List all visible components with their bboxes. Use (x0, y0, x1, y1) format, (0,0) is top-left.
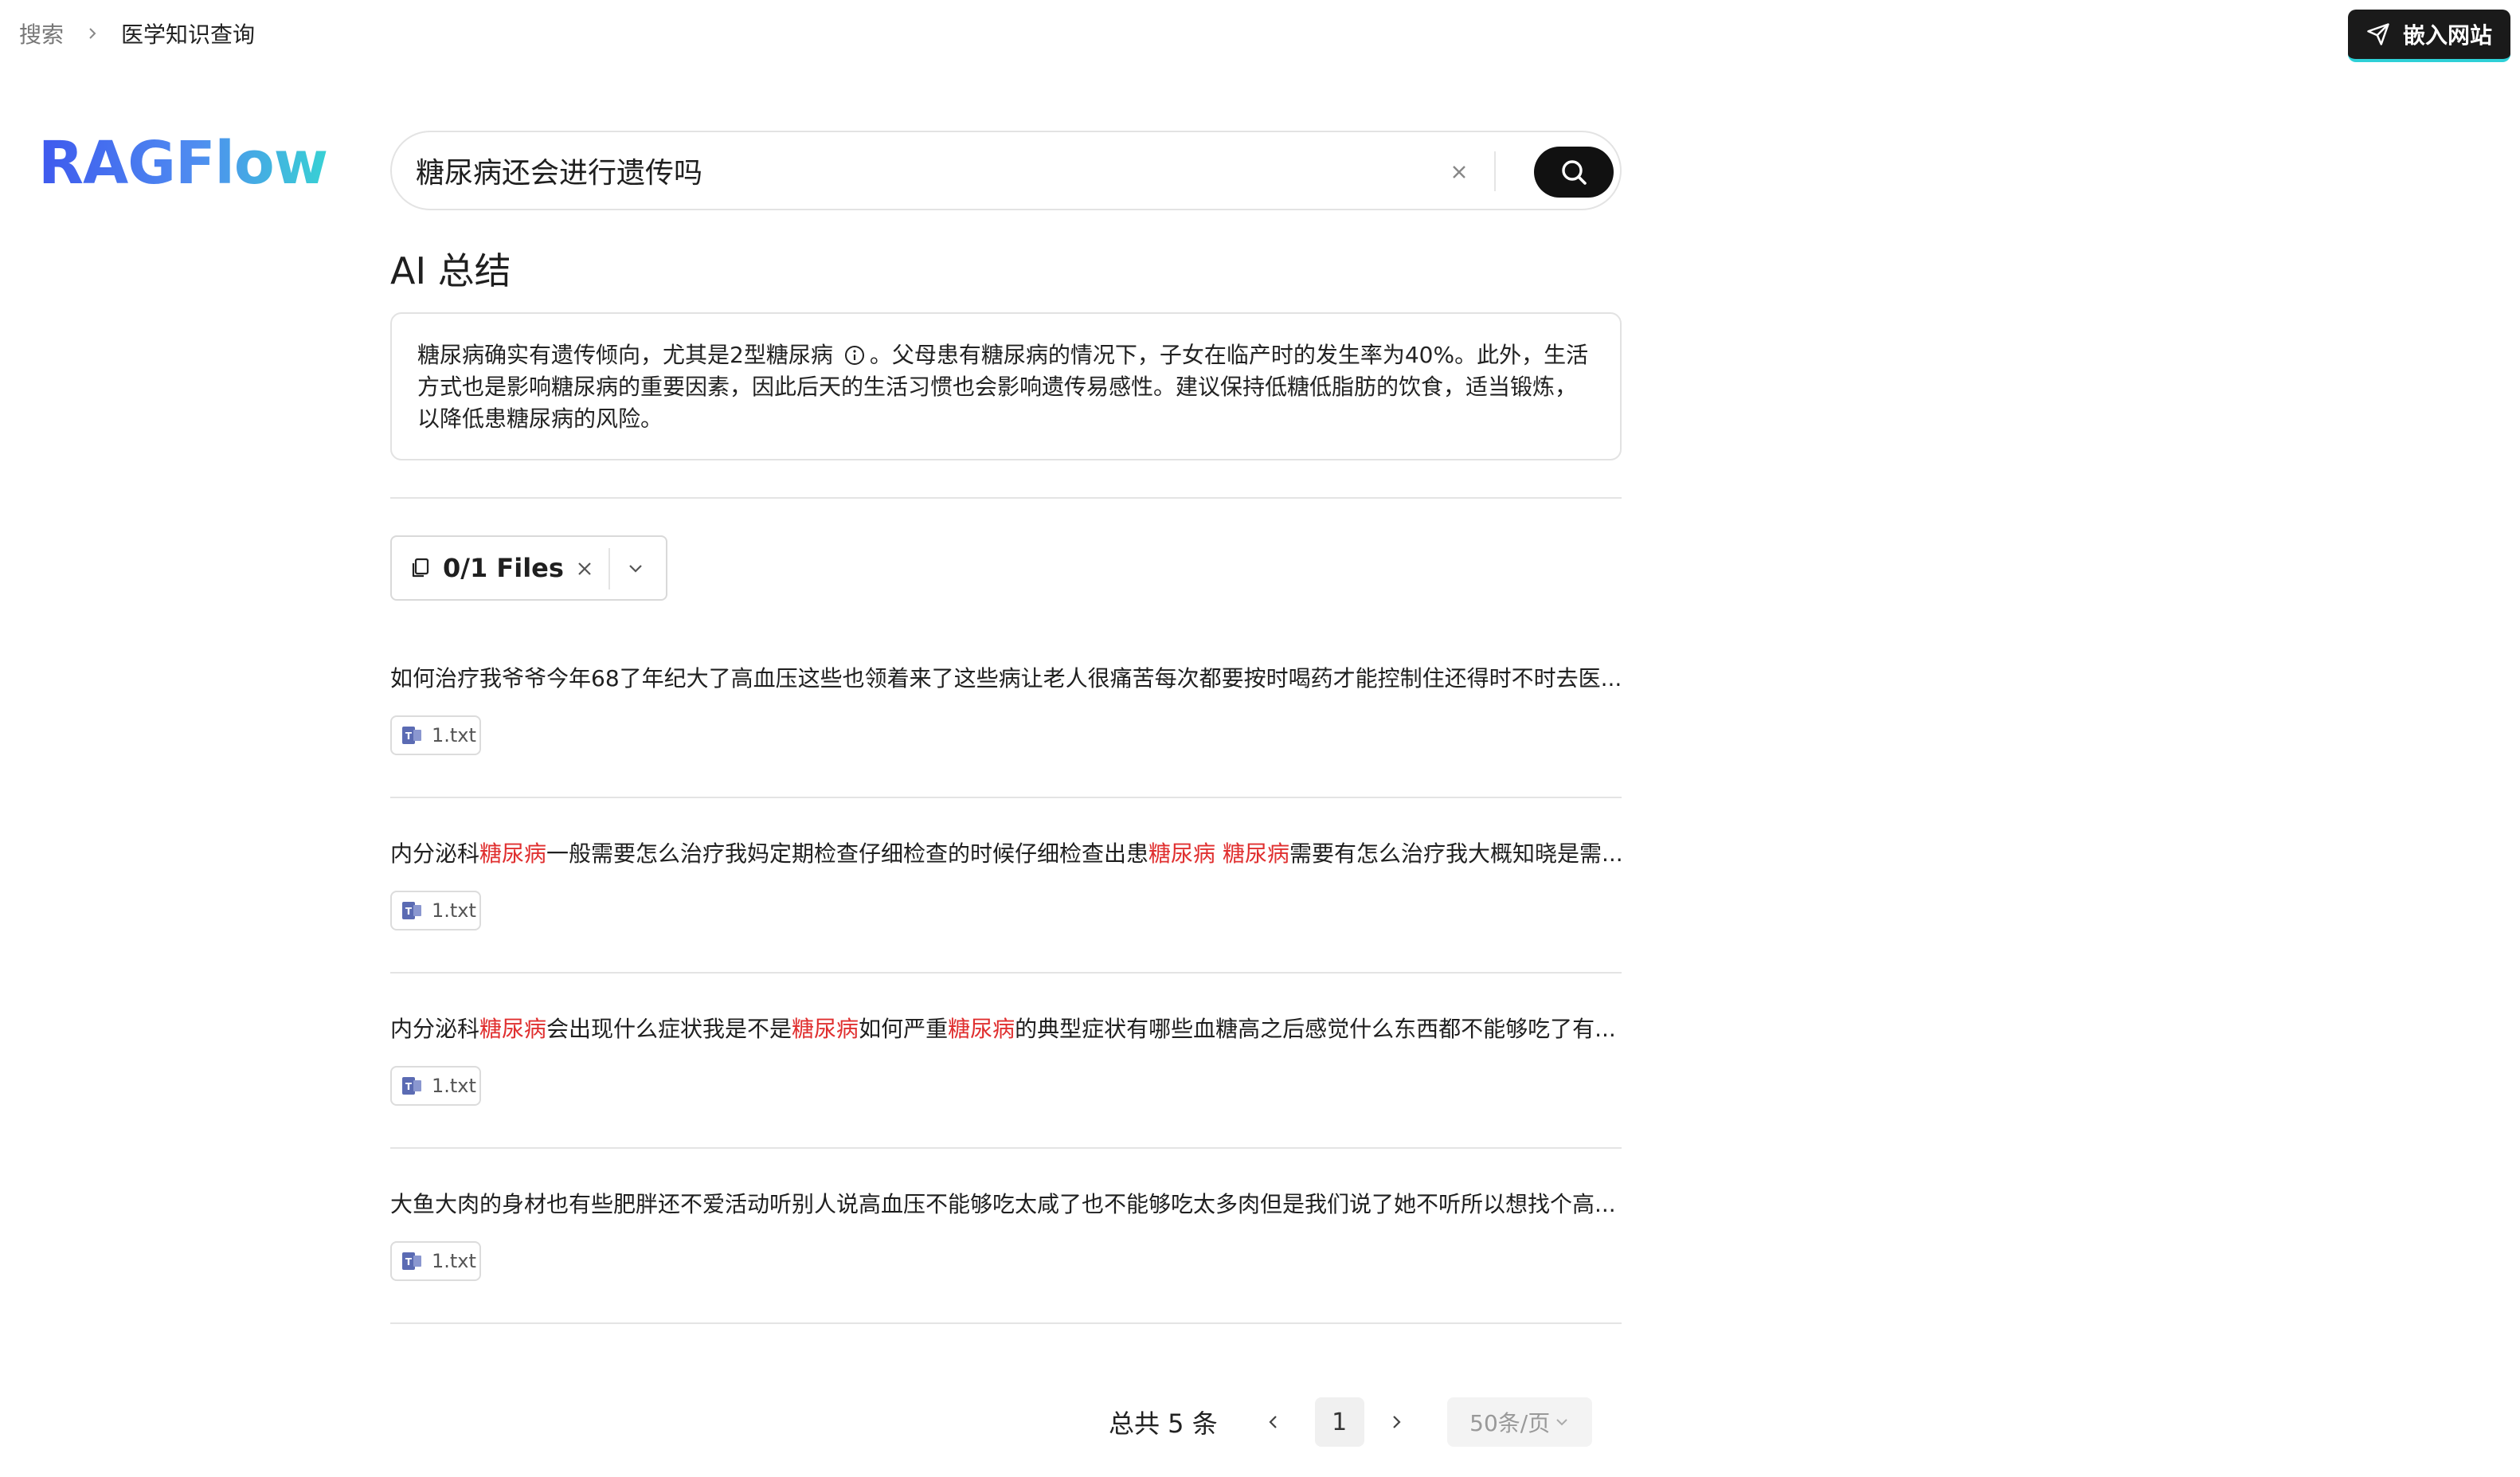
search-divider (1494, 151, 1496, 191)
search-bar (390, 131, 1622, 210)
result-text-segment: 需要有怎么治疗我大概知晓是需... (1289, 840, 1622, 867)
svg-text:T: T (405, 1081, 413, 1092)
pagination: 总共 5 条 1 50条/页 (1109, 1396, 1592, 1448)
embed-website-button[interactable]: 嵌入网站 (2348, 10, 2510, 62)
ai-summary-text: 糖尿病确实有遗传倾向，尤其是2型糖尿病 (417, 342, 833, 368)
highlighted-keyword: 糖尿病 (479, 840, 547, 867)
document-icon: T (400, 1249, 424, 1273)
highlighted-keyword: 糖尿病 (479, 1016, 547, 1042)
result-text-segment: 大鱼大肉的身材也有些肥胖还不爱活动听别人说高血压不能够吃太咸了也不能够吃太多肉但… (390, 1191, 1616, 1217)
breadcrumb-current: 医学知识查询 (121, 22, 256, 48)
send-icon (2366, 22, 2390, 46)
result-divider (390, 1322, 1622, 1324)
close-icon[interactable] (569, 553, 601, 585)
file-name: 1.txt (432, 724, 476, 746)
result-divider (390, 1147, 1622, 1149)
page-size-label: 50条/页 (1469, 1410, 1551, 1436)
document-icon: T (400, 1074, 424, 1098)
chevron-left-icon[interactable] (1258, 1406, 1289, 1438)
result-divider (390, 972, 1622, 974)
file-tag[interactable]: T 1.txt (390, 1241, 481, 1281)
embed-button-label: 嵌入网站 (2402, 22, 2492, 49)
pagination-total: 总共 5 条 (1109, 1408, 1218, 1439)
search-button[interactable] (1534, 147, 1614, 198)
chevron-right-icon[interactable] (1380, 1406, 1412, 1438)
result-text-segment: 如何严重 (859, 1016, 949, 1042)
file-tag[interactable]: T 1.txt (390, 715, 481, 755)
search-page: 搜索 医学知识查询 嵌入网站 RAGFlow AI 总结 糖尿病确实有遗传倾向，… (0, 0, 2520, 1477)
page-number-current[interactable]: 1 (1314, 1397, 1364, 1447)
result-item[interactable]: 内分泌科糖尿病会出现什么症状我是不是糖尿病如何严重糖尿病的典型症状有哪些血糖高之… (390, 1013, 1622, 1149)
result-text: 内分泌科糖尿病会出现什么症状我是不是糖尿病如何严重糖尿病的典型症状有哪些血糖高之… (390, 1013, 1622, 1045)
ai-summary-title: AI 总结 (390, 249, 511, 292)
page-size-select[interactable]: 50条/页 (1446, 1397, 1592, 1447)
files-filter-label: 0/1 Files (443, 553, 564, 583)
result-item[interactable]: 大鱼大肉的身材也有些肥胖还不爱活动听别人说高血压不能够吃太咸了也不能够吃太多肉但… (390, 1189, 1622, 1324)
breadcrumb: 搜索 医学知识查询 (19, 18, 255, 49)
chevron-down-icon (1555, 1415, 1569, 1429)
chevron-down-icon[interactable] (620, 553, 652, 585)
app-logo: RAGFlow (38, 129, 328, 198)
files-filter-select[interactable]: 0/1 Files (390, 535, 667, 601)
file-name: 1.txt (432, 899, 476, 922)
info-icon[interactable] (844, 345, 865, 366)
result-text-segment: 会出现什么症状我是不是 (546, 1016, 792, 1042)
breadcrumb-search-link[interactable]: 搜索 (19, 18, 64, 49)
search-input[interactable] (416, 132, 1475, 209)
result-text-segment: 的典型症状有哪些血糖高之后感觉什么东西都不能够吃了有... (1015, 1016, 1616, 1042)
file-name: 1.txt (432, 1250, 476, 1272)
svg-text:T: T (405, 731, 413, 742)
result-item[interactable]: 内分泌科糖尿病一般需要怎么治疗我妈定期检查仔细检查的时候仔细检查出患糖尿病 糖尿… (390, 838, 1622, 974)
files-filter-divider (608, 548, 610, 590)
result-text-segment: 内分泌科 (390, 1016, 480, 1042)
result-text: 如何治疗我爷爷今年68了年纪大了高血压这些也领着来了这些病让老人很痛苦每次都要按… (390, 663, 1622, 695)
result-text-segment: 一般需要怎么治疗我妈定期检查仔细检查的时候仔细检查出患 (546, 840, 1149, 867)
svg-text:T: T (405, 1256, 413, 1267)
highlighted-keyword: 糖尿病 (948, 1016, 1015, 1042)
file-tag[interactable]: T 1.txt (390, 891, 481, 930)
chevron-right-icon (86, 27, 99, 40)
ai-summary-box: 糖尿病确实有遗传倾向，尤其是2型糖尿病 。父母患有糖尿病的情况下，子女在临产时的发… (390, 312, 1622, 460)
result-divider (390, 797, 1622, 798)
result-text-segment: 如何治疗我爷爷今年68了年纪大了高血压这些也领着来了这些病让老人很痛苦每次都要按… (390, 665, 1622, 691)
section-divider (390, 497, 1622, 499)
copy-files-icon (409, 557, 432, 579)
document-icon: T (400, 723, 424, 747)
result-text: 大鱼大肉的身材也有些肥胖还不爱活动听别人说高血压不能够吃太咸了也不能够吃太多肉但… (390, 1189, 1622, 1220)
highlighted-keyword: 糖尿病 (792, 1016, 859, 1042)
result-item[interactable]: 如何治疗我爷爷今年68了年纪大了高血压这些也领着来了这些病让老人很痛苦每次都要按… (390, 663, 1622, 798)
file-name: 1.txt (432, 1075, 476, 1097)
search-icon (1558, 156, 1590, 188)
result-text-segment: 内分泌科 (390, 840, 480, 867)
svg-text:T: T (405, 906, 413, 917)
highlighted-keyword: 糖尿病 糖尿病 (1148, 840, 1289, 867)
document-icon: T (400, 899, 424, 923)
result-text: 内分泌科糖尿病一般需要怎么治疗我妈定期检查仔细检查的时候仔细检查出患糖尿病 糖尿… (390, 838, 1622, 870)
close-icon[interactable] (1443, 156, 1475, 188)
file-tag[interactable]: T 1.txt (390, 1066, 481, 1106)
